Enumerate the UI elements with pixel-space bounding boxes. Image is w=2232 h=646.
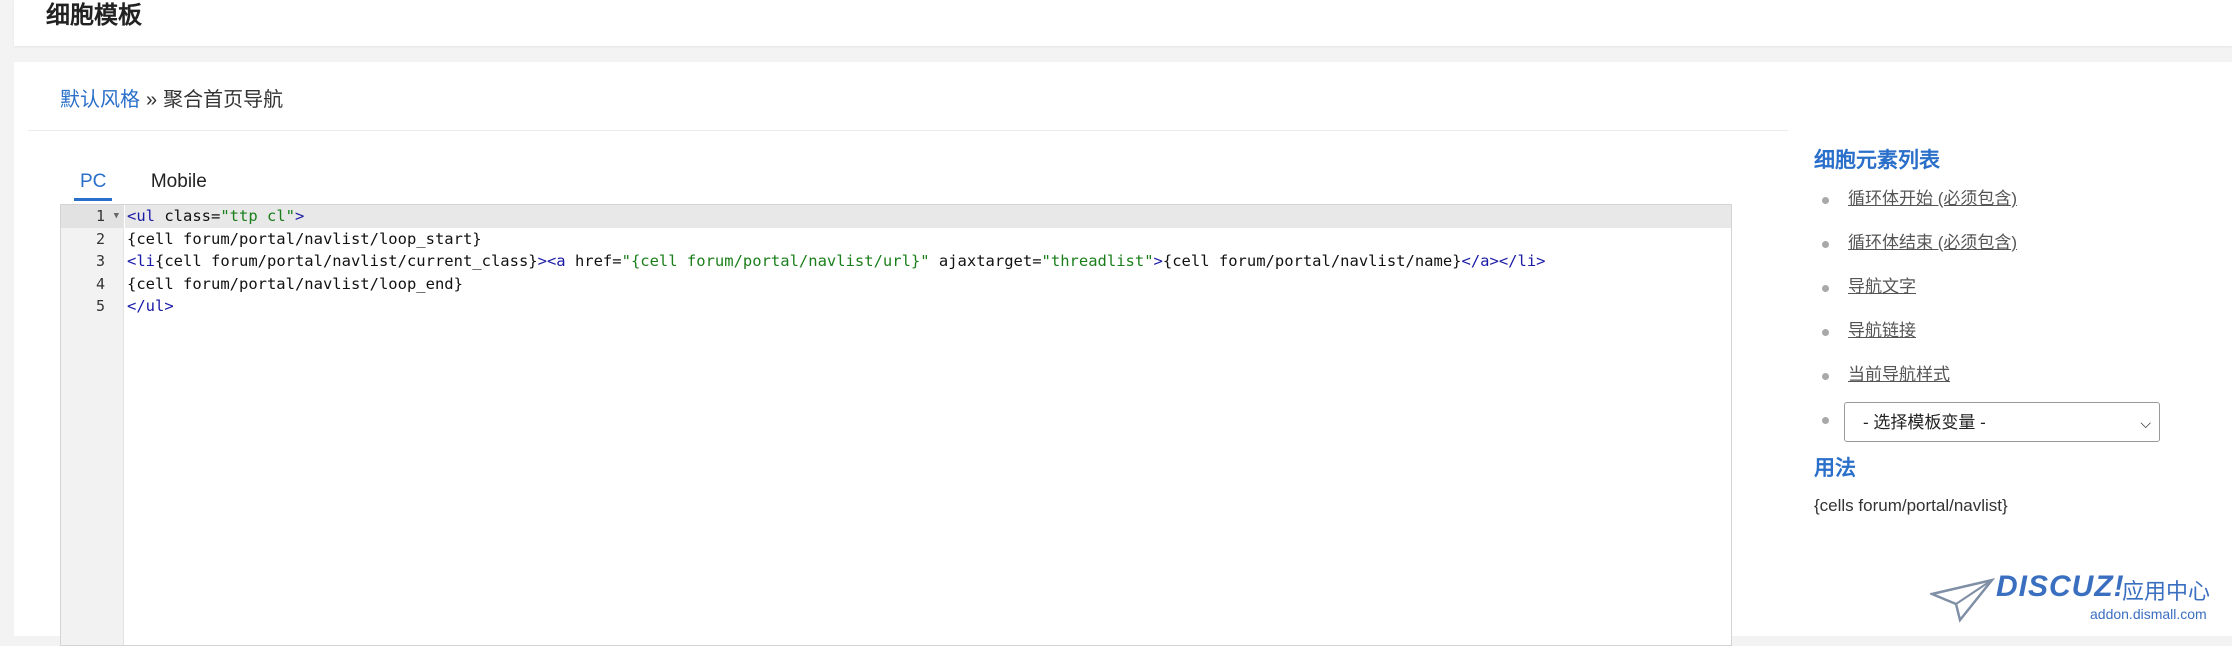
- list-item: 导航链接: [1814, 316, 2214, 360]
- list-item: 循环体结束 (必须包含): [1814, 228, 2214, 272]
- bullet-icon: [1822, 417, 1829, 424]
- usage-value: {cells forum/portal/navlist}: [1814, 496, 2008, 515]
- paper-plane-icon: [1930, 577, 1996, 623]
- top-bar: 细胞模板: [14, 0, 2232, 46]
- line-number-gutter: 1 ▼ 2 3 4 5: [61, 205, 124, 645]
- element-nav-text-link[interactable]: 导航文字: [1848, 277, 1916, 296]
- tab-pc[interactable]: PC: [74, 166, 113, 201]
- list-item: 当前导航样式: [1814, 360, 2214, 404]
- element-current-nav-style-link[interactable]: 当前导航样式: [1848, 365, 1950, 384]
- cell-element-sidebar: 细胞元素列表 循环体开始 (必须包含) 循环体结束 (必须包含) 导航文字 导航…: [1814, 146, 2214, 520]
- code-line-4[interactable]: {cell forum/portal/navlist/loop_end}: [125, 273, 1731, 296]
- code-line-1[interactable]: <ul class="ttp cl">: [125, 205, 1731, 228]
- usage-heading: 用法: [1814, 457, 1856, 480]
- discuz-watermark: DISCUZ! 应用中心 addon.dismall.com: [1930, 570, 2220, 632]
- chevron-down-icon: ⌵: [2140, 415, 2151, 431]
- element-loop-end-link[interactable]: 循环体结束 (必须包含): [1848, 233, 2017, 252]
- divider: [28, 130, 1788, 131]
- watermark-brand-cn: 应用中心: [2122, 579, 2211, 604]
- line-number: 4: [95, 274, 105, 293]
- line-number: 1 ▼: [61, 205, 123, 228]
- bullet-icon: [1822, 241, 1829, 248]
- fold-arrow-icon[interactable]: ▼: [114, 205, 119, 228]
- watermark-domain: addon.dismall.com: [2090, 606, 2207, 622]
- template-variable-select[interactable]: - 选择模板变量 - ⌵: [1844, 402, 2160, 442]
- list-item: - 选择模板变量 - ⌵: [1814, 402, 2214, 448]
- code-line-2[interactable]: {cell forum/portal/navlist/loop_start}: [125, 228, 1731, 251]
- breadcrumb-current: 聚合首页导航: [163, 89, 284, 111]
- element-nav-url-link[interactable]: 导航链接: [1848, 321, 1916, 340]
- bullet-icon: [1822, 197, 1829, 204]
- list-item: 导航文字: [1814, 272, 2214, 316]
- tab-mobile[interactable]: Mobile: [145, 166, 213, 198]
- elements-list: 循环体开始 (必须包含) 循环体结束 (必须包含) 导航文字 导航链接 当前导航…: [1814, 184, 2214, 448]
- code-line-5[interactable]: </ul>: [125, 295, 1731, 318]
- list-item: 循环体开始 (必须包含): [1814, 184, 2214, 228]
- bullet-icon: [1822, 329, 1829, 336]
- watermark-brand: DISCUZ!: [1996, 570, 2125, 603]
- page-title: 细胞模板: [46, 2, 142, 29]
- line-number: 2: [95, 229, 105, 248]
- device-tabs: PC Mobile: [74, 166, 241, 202]
- code-editor[interactable]: 1 ▼ 2 3 4 5 <ul class="ttp cl"> {cell for…: [60, 204, 1732, 646]
- line-number: 5: [95, 297, 105, 315]
- main-panel: 默认风格 » 聚合首页导航 PC Mobile 1 ▼ 2 3 4 5 <ul cla…: [14, 62, 2232, 646]
- code-content[interactable]: <ul class="ttp cl"> {cell forum/portal/n…: [125, 205, 1731, 318]
- code-line-3[interactable]: <li{cell forum/portal/navlist/current_cl…: [125, 250, 1731, 273]
- elements-heading: 细胞元素列表: [1814, 149, 1940, 172]
- breadcrumb-link-default-style[interactable]: 默认风格: [60, 89, 140, 111]
- bullet-icon: [1822, 373, 1829, 380]
- line-number: 3: [95, 252, 105, 270]
- element-loop-start-link[interactable]: 循环体开始 (必须包含): [1848, 189, 2017, 208]
- breadcrumb-separator: »: [146, 89, 158, 111]
- breadcrumb: 默认风格 » 聚合首页导航: [60, 86, 283, 114]
- bullet-icon: [1822, 285, 1829, 292]
